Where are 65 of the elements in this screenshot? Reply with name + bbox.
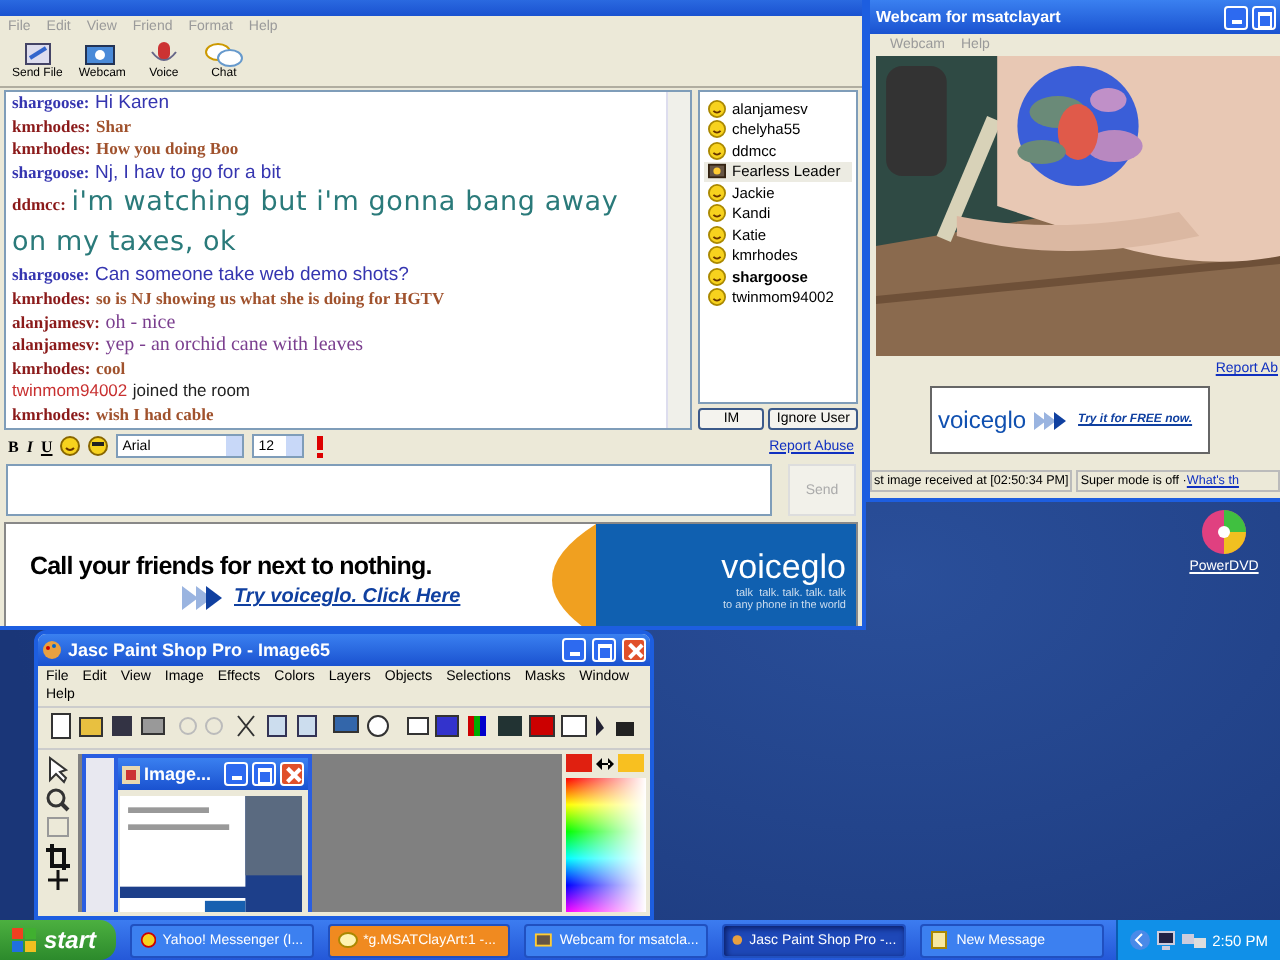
chat-message: shargoose: Can someone take web demo shots? <box>12 264 411 288</box>
smiley-icon <box>708 141 726 160</box>
ad-link[interactable]: Try voiceglo. Click Here <box>234 586 461 608</box>
palette-icon <box>42 640 62 660</box>
monitor-icon[interactable] <box>1156 930 1177 950</box>
swap-arrows-icon[interactable] <box>596 757 614 769</box>
chat-message: alanjamesv: oh - nice <box>12 311 178 335</box>
chat-message: kmrhodes: Shar <box>12 115 133 139</box>
window-title: Image... <box>144 764 212 784</box>
chat-message: kmrhodes: so is NJ showing us what she is doing for HGTV <box>12 287 447 312</box>
alert-icon[interactable] <box>312 435 329 457</box>
chat-message: kmrhodes: cool <box>12 357 128 381</box>
minimize-button[interactable] <box>562 638 586 662</box>
ad-headline: Call your friends for next to nothing. <box>30 551 434 579</box>
tool-palette-drawing[interactable] <box>42 754 74 894</box>
background-color-swatch[interactable] <box>618 754 644 772</box>
window-title: Jasc Paint Shop Pro - Image65 <box>68 640 331 660</box>
message-input[interactable] <box>6 464 772 516</box>
maximize-button[interactable] <box>592 638 616 662</box>
webcam-icon <box>708 162 726 181</box>
underline-button[interactable]: U <box>40 437 53 455</box>
image-icon <box>122 765 140 783</box>
messenger-icon <box>139 930 157 950</box>
color-spectrum[interactable] <box>566 778 646 912</box>
smiley-icon <box>708 120 726 139</box>
smiley-icon[interactable] <box>60 436 81 456</box>
smiley-icon <box>708 204 726 223</box>
sunglasses-smiley-icon[interactable] <box>88 436 109 456</box>
arrow-icon <box>1034 411 1071 429</box>
italic-button[interactable]: I <box>26 437 33 455</box>
smiley-icon <box>708 267 726 286</box>
minimize-button[interactable] <box>224 762 248 786</box>
windows-logo-icon <box>12 928 36 952</box>
maximize-button[interactable] <box>252 762 276 786</box>
smiley-icon <box>708 183 726 202</box>
paint-icon <box>732 930 744 950</box>
chat-message: shargoose: Hi Karen <box>12 92 171 116</box>
smiley-icon <box>708 288 726 307</box>
maximize-button[interactable] <box>1252 5 1276 29</box>
chat-icon <box>201 40 246 68</box>
chat-message: shargoose: Nj, I hav to go for a bit <box>12 161 283 185</box>
chat-message: twinmom94002 joined the room <box>12 380 253 404</box>
disc-icon[interactable] <box>1200 508 1248 556</box>
arrow-icon <box>182 585 226 609</box>
smiley-icon <box>708 99 726 118</box>
bold-button[interactable]: B <box>8 437 19 455</box>
window-title: Webcam for msatclayart <box>876 8 1061 26</box>
smiley-icon <box>708 246 726 265</box>
chat-message: ddmcc: i'm watching but i'm gonna bang away on my taxes, ok <box>12 184 621 263</box>
webcam-icon <box>534 930 554 950</box>
chat-message: kmrhodes: wish I had cable <box>12 403 216 428</box>
smiley-icon <box>708 225 726 244</box>
minimize-button[interactable] <box>1224 5 1248 29</box>
logo-text: voiceglo <box>721 548 846 588</box>
arc-shape <box>552 524 596 626</box>
logo-text: voiceglo <box>938 406 1027 434</box>
close-button[interactable] <box>622 638 646 662</box>
chat-message: alanjamesv: yep - an orchid cane with leaves <box>12 334 366 358</box>
close-button[interactable] <box>280 762 304 786</box>
start-button[interactable]: start <box>0 920 116 960</box>
chat-message: kmrhodes: How you doing Boo <box>12 138 241 162</box>
foreground-color-swatch[interactable] <box>566 754 592 772</box>
chat-icon <box>337 930 358 950</box>
message-icon <box>930 930 951 950</box>
scrollbar[interactable] <box>666 92 690 428</box>
